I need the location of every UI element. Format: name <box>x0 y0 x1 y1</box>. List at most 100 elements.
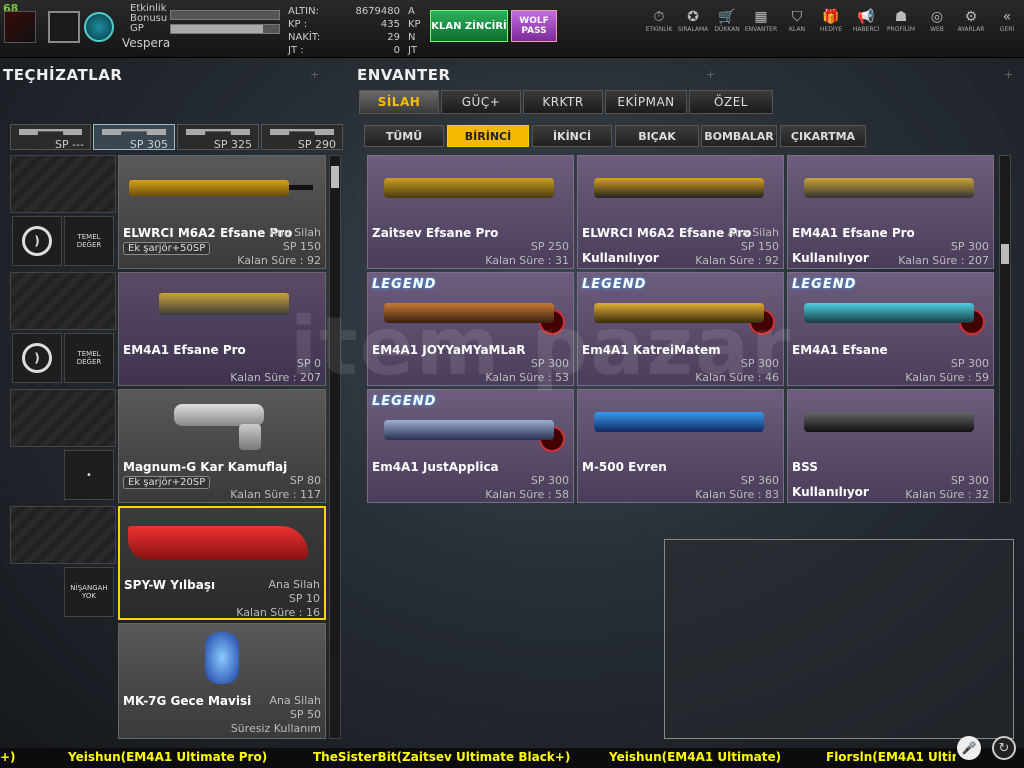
inventory-item-card[interactable]: Zaitsev Efsane Pro SP 250 Kalan Süre : 31 <box>367 155 574 269</box>
weapon-sp: SP 300 <box>950 240 989 253</box>
weapon-sp: SP 150 <box>740 240 779 253</box>
weapon-type: Ana Silah <box>269 226 321 239</box>
nav-megaphone[interactable]: 📢 HABERCİ <box>849 8 883 33</box>
no-scope-button[interactable]: NİŞANGAH YOK <box>64 567 114 617</box>
weapon-type: Ana Silah <box>727 226 779 239</box>
attachment-slot[interactable] <box>10 389 116 447</box>
currency-unit: KP <box>408 19 421 30</box>
in-use-label: Kullanılıyor <box>792 251 869 265</box>
tab-equipment[interactable]: EKİPMAN <box>605 90 687 114</box>
kp-value: 435 <box>380 19 400 30</box>
equipment-scrollbar[interactable] <box>329 155 341 739</box>
jt-value: 0 <box>393 45 400 56</box>
tab-power[interactable]: GÜÇ+ <box>441 90 521 114</box>
weapon-icon <box>384 420 554 440</box>
nav-gift[interactable]: 🎁 HEDİYE <box>814 8 848 33</box>
weapon-type: Ana Silah <box>268 578 320 591</box>
weapon-type: Ana Silah <box>269 694 321 707</box>
weapon-name: Magnum-G Kar Kamuflaj <box>123 460 288 474</box>
subtab-all[interactable]: TÜMÜ <box>364 125 444 147</box>
stopwatch-icon: ⏱ <box>653 9 665 25</box>
inventory-item-card[interactable]: LEGEND EM4A1 Efsane SP 300 Kalan Süre : 59 <box>787 272 994 386</box>
currency-label: NAKİT: <box>288 32 321 43</box>
wolf-pass-button[interactable]: WOLF PASS <box>511 10 557 42</box>
nav-cart[interactable]: 🛒 DÜKKAN <box>710 8 744 33</box>
nav-medal[interactable]: ✪ SIRALAMA <box>676 8 710 33</box>
currency-label: KP : <box>288 19 308 30</box>
weapon-name: SPY-W Yılbaşı <box>124 578 216 592</box>
inventory-scrollbar[interactable] <box>999 155 1011 503</box>
nav-label: AYARLAR <box>957 26 985 33</box>
globe-icon: ◎ <box>930 9 944 25</box>
tab-weapon[interactable]: SİLAH <box>359 90 439 114</box>
remaining-time: Kalan Süre : 31 <box>485 254 569 267</box>
empty-slot-button[interactable]: • <box>64 450 114 500</box>
tab-character[interactable]: KRKTR <box>523 90 603 114</box>
legend-badge: LEGEND <box>792 277 857 292</box>
legend-badge: LEGEND <box>372 277 437 292</box>
ticker-entry: +) <box>0 750 16 764</box>
ring-icon: ) <box>22 226 52 256</box>
tab-special[interactable]: ÖZEL <box>689 90 773 114</box>
scroll-thumb[interactable] <box>1001 244 1009 264</box>
subtab-knife[interactable]: BIÇAK <box>615 125 699 147</box>
nav-label: GERİ <box>999 26 1015 33</box>
inventory-item-card[interactable]: EM4A1 Efsane Pro SP 300 Kalan Süre : 207 Ku… <box>787 155 994 269</box>
nav-inventory[interactable]: ▦ ENVANTER <box>744 8 778 33</box>
subtab-primary[interactable]: BİRİNCİ <box>447 125 529 147</box>
klan-chain-button[interactable]: KLAN ZİNCİRİ <box>430 10 508 42</box>
nav-profile[interactable]: ☗ PROFİLİM <box>884 8 918 33</box>
subtab-stickers[interactable]: ÇIKARTMA <box>780 125 866 147</box>
inventory-item-card[interactable]: LEGEND Em4A1 JustApplica SP 300 Kalan Süre … <box>367 389 574 503</box>
inventory-title: ENVANTER <box>357 66 451 84</box>
weapon-icon <box>594 412 764 432</box>
weapon-name: EM4A1 Efsane Pro <box>123 343 246 357</box>
refresh-icon[interactable]: ↻ <box>992 736 1016 760</box>
nav-gear[interactable]: ⚙ AYARLAR <box>954 8 988 33</box>
ticker-entry: TheSisterBit(Zaitsev Ultimate Black+) <box>313 750 571 764</box>
equipped-weapon-card[interactable]: MK-7G Gece Mavisi Ana Silah SP 50 Süresi… <box>118 623 326 739</box>
microphone-icon[interactable]: 🎤 <box>957 736 981 760</box>
plus-decor-icon: + <box>706 68 716 81</box>
weapon-name: MK-7G Gece Mavisi <box>123 694 252 708</box>
attachment-slot[interactable] <box>10 272 116 330</box>
inventory-item-card[interactable]: ELWRCI M6A2 Efsane Pro Ana Silah SP 150 Kal… <box>577 155 784 269</box>
nav-globe[interactable]: ◎ WEB <box>920 8 954 33</box>
nav-label: ETKİNLİK <box>645 26 673 33</box>
equipped-weapon-card[interactable]: ELWRCI M6A2 Efsane Pro Ana Silah SP 150 … <box>118 155 326 269</box>
sp-tab[interactable]: SP 305 <box>93 124 175 151</box>
gp-bar <box>170 24 280 34</box>
equipped-weapon-card[interactable]: Magnum-G Kar Kamuflaj SP 80 Ek şarjör+20… <box>118 389 326 503</box>
attachment-slot[interactable] <box>10 506 116 564</box>
scroll-thumb[interactable] <box>331 166 339 188</box>
remaining-time: Kalan Süre : 16 <box>236 606 320 619</box>
base-value-button[interactable]: TEMEL DEĞER <box>64 216 114 266</box>
sp-tab[interactable]: SP 325 <box>177 124 259 151</box>
currency-label: JT : <box>288 45 304 56</box>
nav-stopwatch[interactable]: ⏱ ETKİNLİK <box>642 8 676 33</box>
medal-icon: ✪ <box>687 9 699 25</box>
back-icon: « <box>1002 9 1012 25</box>
sp-tab[interactable]: SP --- <box>10 124 91 151</box>
attachment-slot[interactable] <box>10 155 116 213</box>
base-value-button[interactable]: TEMEL DEĞER <box>64 333 114 383</box>
remaining-time: Kalan Süre : 59 <box>905 371 989 384</box>
nav-back[interactable]: «GERİ <box>990 8 1024 33</box>
equipped-weapon-card-selected[interactable]: SPY-W Yılbaşı Ana Silah SP 10 Kalan Süre… <box>118 506 326 620</box>
inventory-item-card[interactable]: M-500 Evren SP 360 Kalan Süre : 83 <box>577 389 784 503</box>
gold-value: 8679480 <box>355 6 400 17</box>
reload-icon[interactable]: ) <box>12 216 62 266</box>
weapon-sp: SP 300 <box>950 357 989 370</box>
subtab-grenades[interactable]: BOMBALAR <box>701 125 777 147</box>
ticker-entry: Yeishun(EM4A1 Ultimate Pro) <box>68 750 268 764</box>
reload-icon[interactable]: ) <box>12 333 62 383</box>
nav-label: ENVANTER <box>744 26 778 33</box>
inventory-item-card[interactable]: BSS SP 300 Kalan Süre : 32 Kullanılıyor <box>787 389 994 503</box>
sp-tab[interactable]: SP 290 <box>261 124 343 151</box>
revolver-icon <box>174 404 264 426</box>
ticker-entry: Yeishun(EM4A1 Ultimate) <box>609 750 782 764</box>
subtab-secondary[interactable]: İKİNCİ <box>532 125 612 147</box>
nav-shield[interactable]: ⛉ KLAN <box>780 8 814 33</box>
rifle-icon <box>159 293 289 315</box>
cash-value: 29 <box>387 32 400 43</box>
